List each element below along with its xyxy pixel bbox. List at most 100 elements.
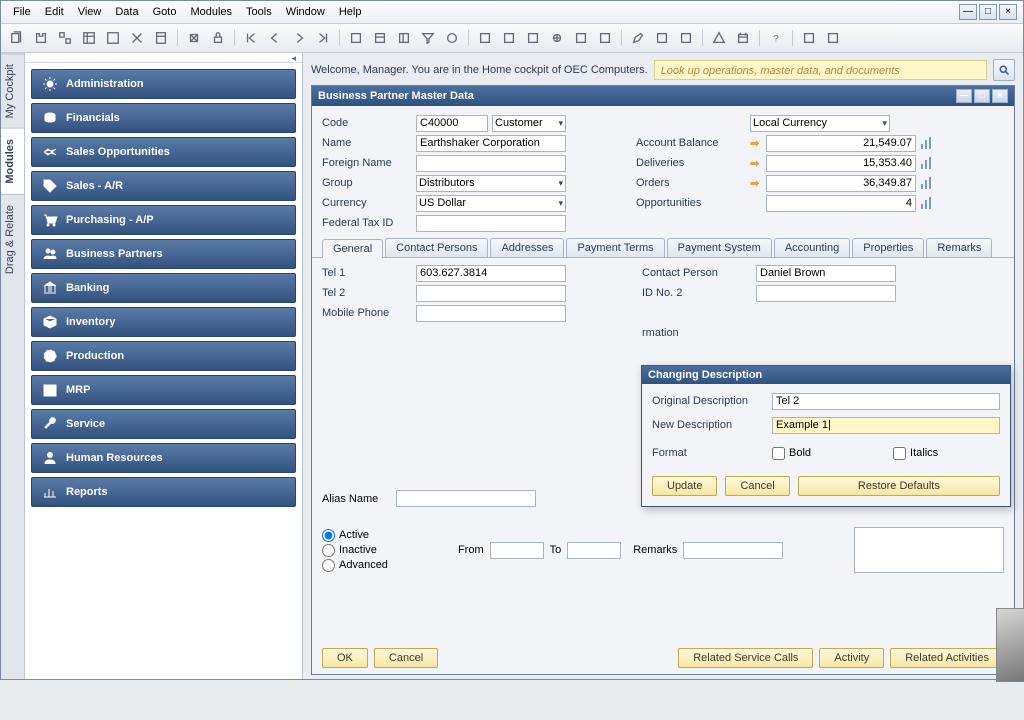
link-arrow-icon[interactable]: ➡ bbox=[750, 157, 762, 169]
menu-modules[interactable]: Modules bbox=[184, 4, 238, 20]
remarks-textarea[interactable] bbox=[854, 527, 1004, 573]
toolbar-filter-icon[interactable] bbox=[418, 28, 438, 48]
nav-business-partners[interactable]: Business Partners bbox=[31, 239, 296, 269]
tab-general[interactable]: General bbox=[322, 239, 383, 258]
tab-properties[interactable]: Properties bbox=[852, 238, 924, 257]
toolbar-icon-23[interactable] bbox=[571, 28, 591, 48]
win-minimize-button[interactable]: — bbox=[956, 89, 972, 103]
group-select[interactable]: Distributors bbox=[416, 175, 566, 192]
minimize-button[interactable]: — bbox=[959, 4, 977, 20]
local-currency-select[interactable]: Local Currency bbox=[750, 115, 890, 132]
nav-service[interactable]: Service bbox=[31, 409, 296, 439]
toolbar-icon-24[interactable] bbox=[595, 28, 615, 48]
toolbar-nav-last[interactable] bbox=[313, 28, 333, 48]
toolbar-icon-21[interactable] bbox=[523, 28, 543, 48]
link-arrow-icon[interactable]: ➡ bbox=[750, 137, 762, 149]
account-balance-value[interactable] bbox=[766, 135, 916, 152]
nav-purchasing-ap[interactable]: Purchasing - A/P bbox=[31, 205, 296, 235]
toolbar-icon-1[interactable] bbox=[7, 28, 27, 48]
fedtax-input[interactable] bbox=[416, 215, 566, 232]
tab-remarks[interactable]: Remarks bbox=[926, 238, 992, 257]
tab-addresses[interactable]: Addresses bbox=[490, 238, 564, 257]
menu-window[interactable]: Window bbox=[280, 4, 331, 20]
toolbar-icon-6[interactable] bbox=[127, 28, 147, 48]
bar-chart-icon[interactable] bbox=[920, 156, 932, 170]
toolbar-icon-15[interactable] bbox=[370, 28, 390, 48]
update-button[interactable]: Update bbox=[652, 476, 717, 496]
toolbar-calendar-icon[interactable] bbox=[733, 28, 753, 48]
restore-defaults-button[interactable]: Restore Defaults bbox=[798, 476, 1000, 496]
menu-tools[interactable]: Tools bbox=[240, 4, 278, 20]
id2-input[interactable] bbox=[756, 285, 896, 302]
toolbar-edit-icon[interactable] bbox=[628, 28, 648, 48]
close-button[interactable]: × bbox=[999, 4, 1017, 20]
nav-mrp[interactable]: MRP bbox=[31, 375, 296, 405]
toolbar-alert-icon[interactable] bbox=[709, 28, 729, 48]
related-activities-button[interactable]: Related Activities bbox=[890, 648, 1004, 668]
tab-accounting[interactable]: Accounting bbox=[774, 238, 850, 257]
toolbar-icon-4[interactable] bbox=[79, 28, 99, 48]
nav-human-resources[interactable]: Human Resources bbox=[31, 443, 296, 473]
toolbar-icon-31[interactable] bbox=[799, 28, 819, 48]
contact-person-input[interactable] bbox=[756, 265, 896, 282]
new-desc-input[interactable] bbox=[772, 417, 1000, 434]
toolbar-icon-14[interactable] bbox=[346, 28, 366, 48]
deliveries-value[interactable] bbox=[766, 155, 916, 172]
nav-administration[interactable]: Administration bbox=[31, 69, 296, 99]
tel1-input[interactable] bbox=[416, 265, 566, 282]
menu-file[interactable]: File bbox=[7, 4, 37, 20]
ok-button[interactable]: OK bbox=[322, 648, 368, 668]
vtab-cockpit[interactable]: My Cockpit bbox=[1, 53, 24, 128]
dialog-cancel-button[interactable]: Cancel bbox=[725, 476, 789, 496]
toolbar-icon-18[interactable] bbox=[442, 28, 462, 48]
link-arrow-icon[interactable]: ➡ bbox=[750, 177, 762, 189]
sidebar-collapse-handle[interactable]: ◂ bbox=[25, 53, 302, 63]
toolbar-icon-22[interactable] bbox=[547, 28, 567, 48]
win-maximize-button[interactable]: □ bbox=[974, 89, 990, 103]
code-input[interactable] bbox=[416, 115, 488, 132]
toolbar-icon-26[interactable] bbox=[652, 28, 672, 48]
bar-chart-icon[interactable] bbox=[920, 196, 932, 210]
menu-data[interactable]: Data bbox=[109, 4, 144, 20]
tab-payment-terms[interactable]: Payment Terms bbox=[566, 238, 664, 257]
nav-inventory[interactable]: Inventory bbox=[31, 307, 296, 337]
nav-sales-ar[interactable]: Sales - A/R bbox=[31, 171, 296, 201]
nav-production[interactable]: Production bbox=[31, 341, 296, 371]
search-button[interactable] bbox=[993, 59, 1015, 81]
status-inactive-radio[interactable]: Inactive bbox=[322, 544, 388, 557]
toolbar-icon-8[interactable] bbox=[184, 28, 204, 48]
vtab-drag-relate[interactable]: Drag & Relate bbox=[1, 194, 24, 284]
nav-sales-opportunities[interactable]: Sales Opportunities bbox=[31, 137, 296, 167]
menu-edit[interactable]: Edit bbox=[39, 4, 70, 20]
toolbar-icon-20[interactable] bbox=[499, 28, 519, 48]
toolbar-nav-next[interactable] bbox=[289, 28, 309, 48]
from-input[interactable] bbox=[490, 542, 544, 559]
toolbar-icon-3[interactable] bbox=[55, 28, 75, 48]
toolbar-nav-first[interactable] bbox=[241, 28, 261, 48]
orders-value[interactable] bbox=[766, 175, 916, 192]
bp-type-select[interactable]: Customer bbox=[492, 115, 566, 132]
alias-name-input[interactable] bbox=[396, 490, 536, 507]
related-service-calls-button[interactable]: Related Service Calls bbox=[678, 648, 813, 668]
vtab-modules[interactable]: Modules bbox=[1, 128, 24, 194]
to-input[interactable] bbox=[567, 542, 621, 559]
name-input[interactable] bbox=[416, 135, 566, 152]
global-search-input[interactable]: Look up operations, master data, and doc… bbox=[654, 60, 987, 80]
activity-button[interactable]: Activity bbox=[819, 648, 884, 668]
win-close-button[interactable]: × bbox=[992, 89, 1008, 103]
foreign-name-input[interactable] bbox=[416, 155, 566, 172]
nav-reports[interactable]: Reports bbox=[31, 477, 296, 507]
italics-checkbox[interactable]: Italics bbox=[893, 447, 938, 460]
window-titlebar[interactable]: Business Partner Master Data — □ × bbox=[312, 86, 1014, 106]
opportunities-value[interactable] bbox=[766, 195, 916, 212]
toolbar-icon-27[interactable] bbox=[676, 28, 696, 48]
menu-view[interactable]: View bbox=[72, 4, 108, 20]
tab-payment-system[interactable]: Payment System bbox=[667, 238, 772, 257]
tab-contact-persons[interactable]: Contact Persons bbox=[385, 238, 488, 257]
toolbar-icon-5[interactable] bbox=[103, 28, 123, 48]
dialog-titlebar[interactable]: Changing Description bbox=[642, 366, 1010, 384]
toolbar-icon-19[interactable] bbox=[475, 28, 495, 48]
menu-goto[interactable]: Goto bbox=[147, 4, 183, 20]
status-active-radio[interactable]: Active bbox=[322, 529, 388, 542]
tel2-input[interactable] bbox=[416, 285, 566, 302]
